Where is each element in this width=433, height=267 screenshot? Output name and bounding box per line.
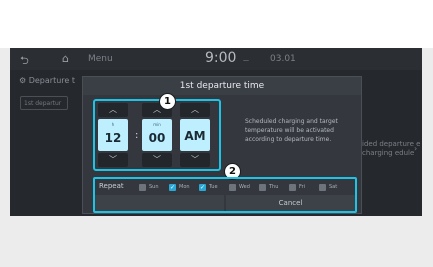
minute-caption: min: [153, 122, 161, 127]
background-description: ided departure e charging edule: [362, 140, 421, 157]
day-label: Mon: [179, 184, 190, 190]
chevron-down-icon: ﹀: [191, 155, 199, 164]
checkbox-sun[interactable]: [139, 184, 146, 191]
menu-button[interactable]: Menu: [88, 54, 113, 64]
home-icon[interactable]: ⌂: [62, 52, 69, 65]
dialog-title: 1st departure time: [83, 77, 361, 95]
hour-up-button[interactable]: ︿: [98, 103, 128, 117]
period-down-button[interactable]: ﹀: [180, 153, 210, 167]
status-bar: ⮌ ⌂ Menu 9:00 — 03.01: [10, 48, 422, 70]
top-margin: [0, 0, 433, 48]
period-up-button[interactable]: ︿: [180, 103, 210, 117]
day-label: Sat: [329, 184, 338, 190]
background-page-title: ⚙ Departure t: [19, 76, 75, 85]
time-picker-highlight: ︿ h 12 ﹀ : ︿ min 00 ﹀ ︿ AM ﹀: [93, 99, 221, 171]
repeat-label: Repeat: [99, 182, 124, 190]
chevron-up-icon: ︿: [109, 105, 117, 114]
departure-time-dialog: 1st departure time ︿ h 12 ﹀ : ︿ min 00 ﹀: [82, 76, 362, 214]
period-picker: ︿ AM ﹀: [180, 103, 210, 167]
period-value: AM: [184, 129, 206, 143]
day-label: Fri: [299, 184, 305, 190]
cancel-button[interactable]: Cancel: [226, 195, 355, 211]
checkbox-wed[interactable]: [229, 184, 236, 191]
time-separator: :: [135, 130, 139, 141]
minute-picker: ︿ min 00 ﹀: [142, 103, 172, 167]
clock: 9:00: [205, 50, 237, 66]
hour-value-box[interactable]: h 12: [98, 119, 128, 151]
day-label: Tue: [209, 184, 218, 190]
back-icon[interactable]: ⮌: [20, 52, 29, 71]
hour-caption: h: [111, 122, 115, 127]
callout-badge-1: 1: [159, 93, 176, 110]
chevron-up-icon: ︿: [191, 105, 199, 114]
ok-button[interactable]: [95, 195, 224, 211]
repeat-highlight: Repeat Sun ✓ Mon ✓ Tue Wed Thu Fri Sat C…: [93, 177, 357, 213]
background-list-item: 1st departur: [20, 96, 68, 110]
repeat-row: Repeat Sun ✓ Mon ✓ Tue Wed Thu Fri Sat: [95, 181, 355, 194]
chevron-down-icon: ﹀: [153, 155, 161, 164]
day-label: Wed: [239, 184, 250, 190]
chevron-down-icon: ﹀: [109, 155, 117, 164]
date: 03.01: [270, 54, 296, 64]
day-label: Sun: [149, 184, 159, 190]
minute-value: 00: [148, 131, 166, 145]
settings-icon: ⚙: [19, 76, 27, 85]
checkbox-sat[interactable]: [319, 184, 326, 191]
chevron-right-icon: ›: [414, 144, 418, 153]
infotainment-screen: ⮌ ⌂ Menu 9:00 — 03.01 ⚙ Departure t 1st …: [10, 48, 422, 216]
checkbox-fri[interactable]: [289, 184, 296, 191]
checkbox-tue[interactable]: ✓: [199, 184, 206, 191]
minute-down-button[interactable]: ﹀: [142, 153, 172, 167]
checkbox-mon[interactable]: ✓: [169, 184, 176, 191]
dialog-description: Scheduled charging and target temperatur…: [245, 118, 338, 143]
clock-period: —: [243, 57, 249, 64]
checkbox-thu[interactable]: [259, 184, 266, 191]
bottom-margin: [0, 216, 433, 267]
hour-value: 12: [104, 131, 122, 145]
hour-down-button[interactable]: ﹀: [98, 153, 128, 167]
day-label: Thu: [269, 184, 279, 190]
minute-value-box[interactable]: min 00: [142, 119, 172, 151]
period-value-box[interactable]: AM: [180, 119, 210, 151]
hour-picker: ︿ h 12 ﹀: [98, 103, 128, 167]
